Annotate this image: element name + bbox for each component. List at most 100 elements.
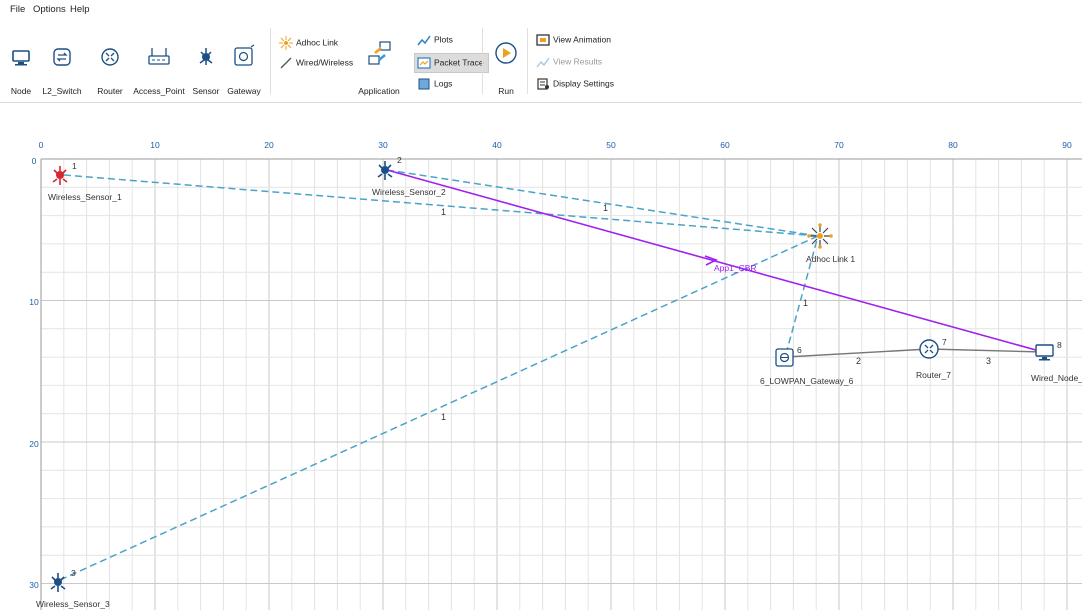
- access-point-label: Access_Point: [133, 86, 185, 96]
- sensor-button[interactable]: Sensor: [188, 26, 224, 96]
- grid-surface[interactable]: 0 10 20 30 40 50 60 70 80 90 0 10 20 30: [0, 103, 1082, 610]
- wireless-links: [59, 169, 819, 581]
- router-button[interactable]: Router: [90, 26, 130, 96]
- node-wireless-sensor-1[interactable]: 1 Wireless_Sensor_1: [48, 161, 122, 202]
- animation-icon: [536, 34, 550, 46]
- link-label: 1: [441, 412, 446, 422]
- access-point-icon: [148, 48, 170, 65]
- view-animation-label: View Animation: [553, 34, 611, 45]
- plots-button[interactable]: Plots: [417, 34, 453, 46]
- switch-icon: [53, 48, 71, 66]
- display-settings-icon: [537, 78, 549, 90]
- node-label: Wireless_Sensor_2: [372, 187, 446, 197]
- sensor-icon: [50, 573, 66, 592]
- adhoc-link-button[interactable]: Adhoc Link: [279, 36, 338, 50]
- l2-switch-label: L2_Switch: [42, 86, 82, 96]
- x-tick: 40: [492, 140, 502, 150]
- access-point-button[interactable]: Access_Point: [132, 26, 186, 96]
- ribbon-toolbar: Node L2_Switch Router Access_Point Senso…: [0, 22, 1082, 103]
- run-label: Run: [498, 86, 514, 96]
- network-canvas[interactable]: 0 10 20 30 40 50 60 70 80 90 0 10 20 30: [0, 103, 1082, 610]
- node-router-7[interactable]: 7 Router_7: [916, 337, 951, 380]
- view-animation-button[interactable]: View Animation: [536, 34, 611, 46]
- gateway-icon: [775, 348, 794, 367]
- y-axis-ticks: 0 10 20 30: [29, 156, 39, 590]
- menu-options[interactable]: Options: [33, 4, 66, 15]
- node-id: 7: [942, 337, 947, 347]
- node-button[interactable]: Node: [4, 26, 38, 96]
- node-wireless-sensor-3[interactable]: 3 Wireless_Sensor_3: [36, 568, 110, 609]
- monitor-icon: [12, 50, 30, 66]
- y-tick: 30: [29, 580, 39, 590]
- wired-link-icon: [280, 57, 292, 69]
- link-label: 1: [603, 203, 608, 213]
- display-settings-button[interactable]: Display Settings: [536, 78, 614, 90]
- x-tick: 80: [948, 140, 958, 150]
- link-ws1-adhoc[interactable]: [63, 174, 819, 237]
- adhoc-link-icon: [279, 36, 293, 50]
- adhoc-link-label: Adhoc Link: [296, 37, 339, 48]
- node-id: 1: [72, 161, 77, 171]
- x-tick: 20: [264, 140, 274, 150]
- application-label: App1_CBR: [714, 263, 757, 273]
- x-tick: 70: [834, 140, 844, 150]
- x-tick: 30: [378, 140, 388, 150]
- view-results-button[interactable]: View Results: [536, 56, 602, 68]
- menu-help[interactable]: Help: [70, 4, 90, 15]
- node-id: 6: [797, 345, 802, 355]
- view-results-label: View Results: [553, 56, 602, 67]
- node-label: Adhoc Link 1: [806, 254, 855, 264]
- node-label: Wireless_Sensor_1: [48, 192, 122, 202]
- y-tick: 10: [29, 297, 39, 307]
- logs-button[interactable]: Logs: [417, 78, 452, 90]
- run-play-icon: [495, 42, 517, 64]
- display-settings-label: Display Settings: [553, 78, 614, 89]
- packet-trace-label: Packet Trace: [434, 57, 484, 68]
- wired-wireless-label: Wired/Wireless: [296, 57, 354, 68]
- menu-file[interactable]: File: [10, 4, 25, 15]
- x-tick: 60: [720, 140, 730, 150]
- link-label: 2: [856, 356, 861, 366]
- x-tick: 90: [1062, 140, 1072, 150]
- link-label: 1: [803, 298, 808, 308]
- x-tick: 10: [150, 140, 160, 150]
- adhoc-link-icon: [807, 223, 833, 249]
- sensor-icon: [199, 48, 213, 65]
- sensor-label: Sensor: [192, 86, 220, 96]
- grid-lines: [40, 158, 1082, 610]
- router-icon: [101, 48, 119, 66]
- link-router-wired[interactable]: [928, 348, 1044, 353]
- monitor-icon: [1035, 344, 1054, 361]
- x-axis-ticks: 0 10 20 30 40 50 60 70 80 90: [39, 140, 1072, 150]
- node-label: Router_7: [916, 370, 951, 380]
- x-tick: 50: [606, 140, 616, 150]
- link-label: 1: [441, 207, 446, 217]
- ribbon-separator: [482, 28, 483, 94]
- logs-icon: [418, 78, 430, 90]
- node-label: 6_LOWPAN_Gateway_6: [760, 376, 854, 386]
- gateway-label: Gateway: [227, 86, 261, 96]
- plots-label: Plots: [434, 34, 453, 45]
- link-label: 3: [986, 356, 991, 366]
- y-tick: 0: [32, 156, 37, 166]
- l2-switch-button[interactable]: L2_Switch: [42, 26, 82, 96]
- run-button[interactable]: Run: [490, 26, 522, 96]
- wired-links: [785, 348, 1044, 358]
- application-label: Application: [358, 86, 400, 96]
- packet-trace-button[interactable]: Packet Trace: [414, 53, 489, 73]
- application-button[interactable]: Application: [356, 26, 402, 96]
- node-id: 2: [397, 155, 402, 165]
- gateway-icon: [234, 44, 255, 66]
- ribbon-separator: [270, 28, 271, 94]
- node-6lowpan-gateway[interactable]: 6 6_LOWPAN_Gateway_6: [760, 345, 854, 386]
- node-id: 3: [71, 568, 76, 578]
- gateway-button[interactable]: Gateway: [226, 26, 262, 96]
- node-wired-8[interactable]: 8 Wired_Node_8: [1031, 340, 1082, 383]
- wired-wireless-button[interactable]: Wired/Wireless: [279, 56, 353, 70]
- plots-icon: [417, 35, 431, 46]
- application-icon: [368, 41, 391, 65]
- node-id: 8: [1057, 340, 1062, 350]
- link-ws3-adhoc[interactable]: [59, 235, 819, 581]
- node-label: Wireless_Sensor_3: [36, 599, 110, 609]
- node-label: Wired_Node_8: [1031, 373, 1082, 383]
